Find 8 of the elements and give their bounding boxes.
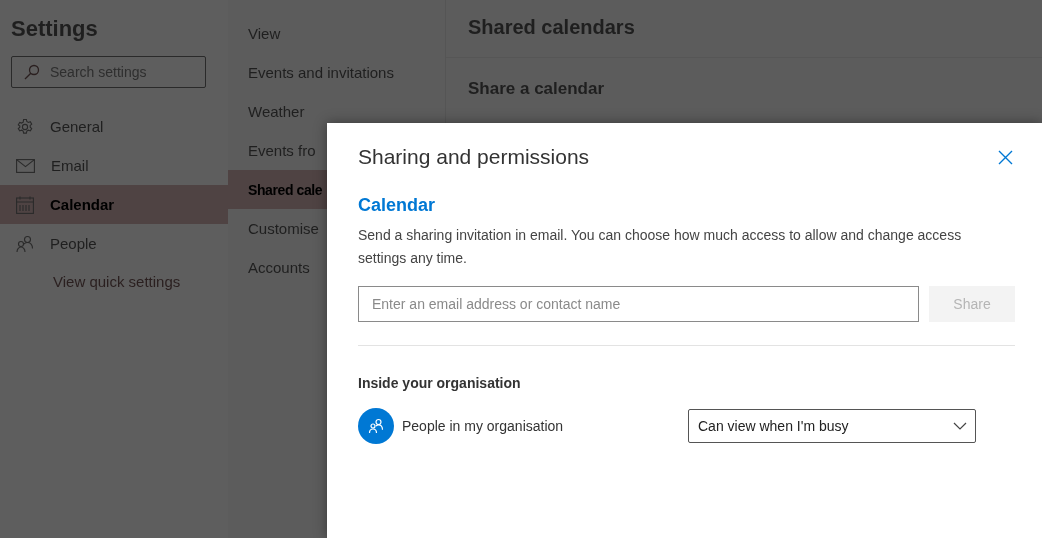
settings-title: Settings xyxy=(10,16,99,42)
page-title: Shared calendars xyxy=(446,0,1042,58)
dialog-title: Sharing and permissions xyxy=(358,145,590,169)
member-name: People in my organisation xyxy=(402,418,565,434)
section-title: Share a calendar xyxy=(467,78,606,100)
organisation-heading: Inside your organisation xyxy=(358,375,522,391)
calendar-heading: Calendar xyxy=(358,195,437,216)
description-text: Send a sharing invitation in email. You can choose how much access to allow and change access settings any time. xyxy=(358,226,963,268)
